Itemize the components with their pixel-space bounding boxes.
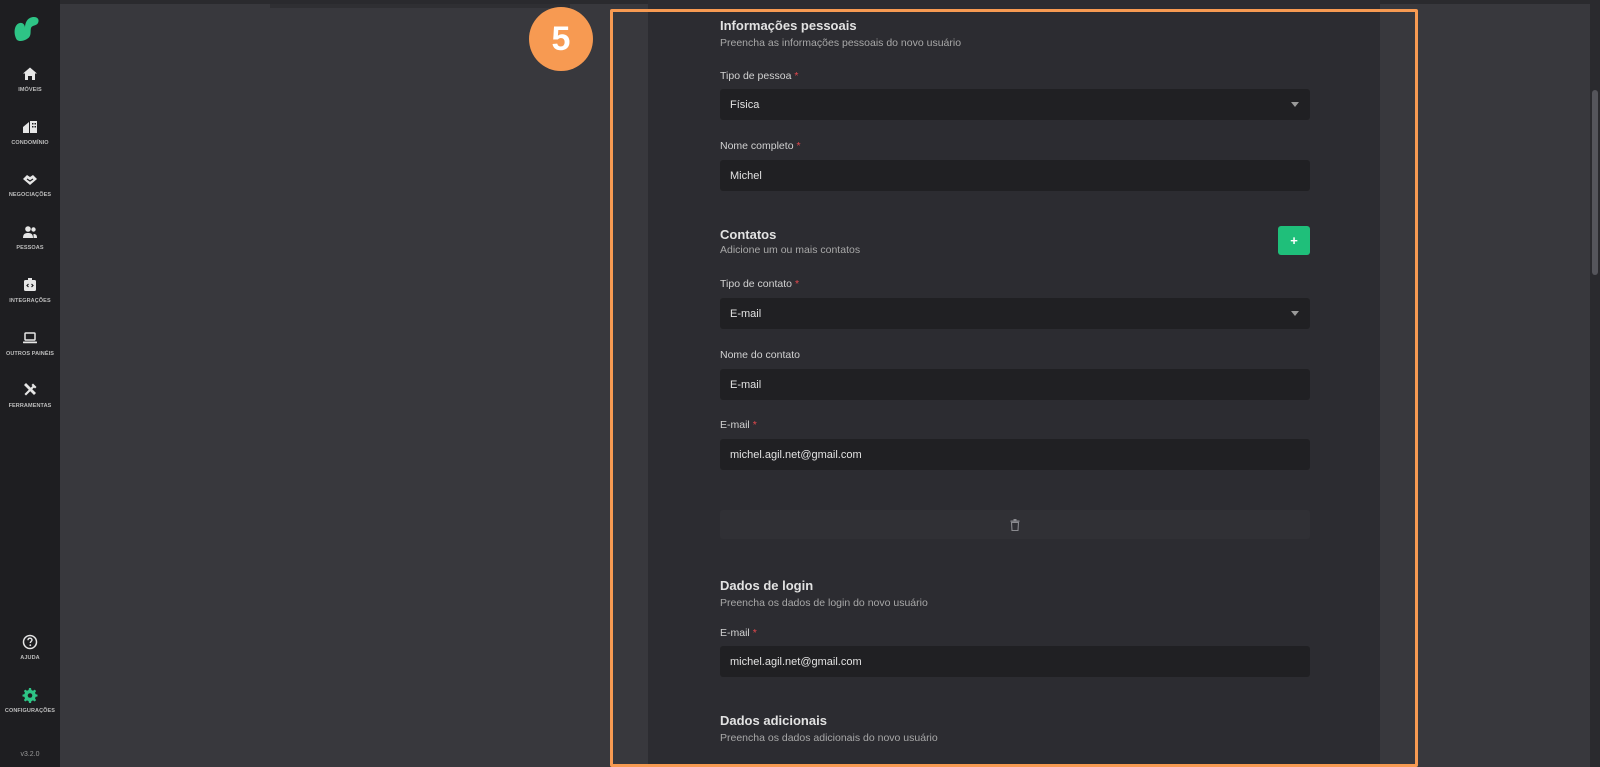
sidebar-item-outros-paineis[interactable]: OUTROS PAINÉIS: [0, 330, 60, 357]
sidebar-item-label: CONFIGURAÇÕES: [4, 708, 56, 714]
required-mark: *: [796, 140, 801, 152]
required-mark: *: [795, 278, 800, 290]
sidebar-item-label: OUTROS PAINÉIS: [5, 351, 55, 357]
sidebar-item-integracoes[interactable]: INTEGRAÇÕES: [0, 277, 60, 304]
contact-email-input[interactable]: michel.agil.net@gmail.com: [720, 439, 1310, 470]
handshake-icon: [23, 175, 37, 185]
contact-email-value: michel.agil.net@gmail.com: [730, 448, 862, 461]
add-contact-button[interactable]: +: [1278, 226, 1310, 255]
sidebar-item-pessoas[interactable]: PESSOAS: [0, 224, 60, 251]
section-subtitle-personal: Preencha as informações pessoais do novo…: [720, 37, 962, 49]
full-name-label: Nome completo *: [720, 140, 801, 152]
app-version: v3.2.0: [20, 751, 40, 758]
section-subtitle-additional: Preencha os dados adicionais do novo usu…: [720, 732, 938, 744]
login-email-input[interactable]: michel.agil.net@gmail.com: [720, 646, 1310, 677]
step-number-badge: 5: [529, 7, 593, 71]
sidebar-item-imoveis[interactable]: IMÓVEIS: [0, 66, 60, 93]
building-icon: [23, 121, 37, 133]
section-title-personal: Informações pessoais: [720, 18, 857, 33]
sidebar-item-condominio[interactable]: CONDOMÍNIO: [0, 119, 60, 146]
full-name-input[interactable]: Michel: [720, 160, 1310, 191]
sidebar: IMÓVEIS CONDOMÍNIO NEGOCIAÇÕES PESSOAS I…: [0, 0, 60, 767]
scrollbar-thumb[interactable]: [1592, 90, 1598, 275]
sidebar-item-ajuda[interactable]: AJUDA: [0, 634, 60, 661]
person-type-select[interactable]: Física: [720, 89, 1310, 120]
contact-name-value: E-mail: [730, 378, 762, 391]
sidebar-item-label: PESSOAS: [16, 245, 44, 251]
section-title-contacts: Contatos: [720, 227, 777, 242]
sidebar-item-label: FERRAMENTAS: [8, 403, 52, 409]
sidebar-item-label: NEGOCIAÇÕES: [8, 192, 52, 198]
delete-contact-button[interactable]: [720, 510, 1310, 539]
contact-type-select[interactable]: E-mail: [720, 298, 1310, 329]
contact-type-value: E-mail: [730, 307, 762, 320]
sidebar-item-configuracoes[interactable]: CONFIGURAÇÕES: [0, 687, 60, 714]
sidebar-item-label: CONDOMÍNIO: [11, 140, 49, 146]
trash-icon: [1010, 518, 1020, 531]
section-subtitle-login: Preencha os dados de login do novo usuár…: [720, 597, 928, 609]
gear-icon: [22, 688, 38, 703]
section-title-additional: Dados adicionais: [720, 713, 827, 728]
top-bar-segment: [270, 4, 570, 8]
person-type-value: Física: [730, 98, 760, 111]
home-icon: [23, 67, 37, 80]
required-mark: *: [752, 419, 757, 431]
sidebar-item-ferramentas[interactable]: FERRAMENTAS: [0, 382, 60, 409]
contact-name-label: Nome do contato: [720, 349, 800, 361]
required-mark: *: [794, 70, 799, 82]
full-name-value: Michel: [730, 169, 762, 182]
app-logo[interactable]: [11, 14, 41, 42]
sidebar-item-label: AJUDA: [20, 655, 40, 661]
sidebar-item-label: INTEGRAÇÕES: [9, 298, 51, 304]
required-mark: *: [752, 627, 757, 639]
sidebar-item-label: IMÓVEIS: [18, 87, 42, 93]
section-title-login: Dados de login: [720, 578, 814, 593]
tools-icon: [24, 383, 37, 396]
sidebar-item-negociacoes[interactable]: NEGOCIAÇÕES: [0, 171, 60, 198]
help-icon: [22, 634, 38, 650]
person-type-label: Tipo de pessoa *: [720, 70, 799, 82]
contact-name-input[interactable]: E-mail: [720, 369, 1310, 400]
section-subtitle-contacts: Adicione um ou mais contatos: [720, 244, 861, 256]
people-icon: [23, 226, 37, 238]
chevron-down-icon: [1291, 311, 1299, 316]
login-email-value: michel.agil.net@gmail.com: [730, 655, 862, 668]
integration-icon: [24, 278, 36, 291]
chevron-down-icon: [1291, 102, 1299, 107]
laptop-icon: [23, 332, 37, 344]
contact-email-label: E-mail *: [720, 419, 757, 431]
contact-type-label: Tipo de contato *: [720, 278, 800, 290]
login-email-label: E-mail *: [720, 627, 757, 639]
